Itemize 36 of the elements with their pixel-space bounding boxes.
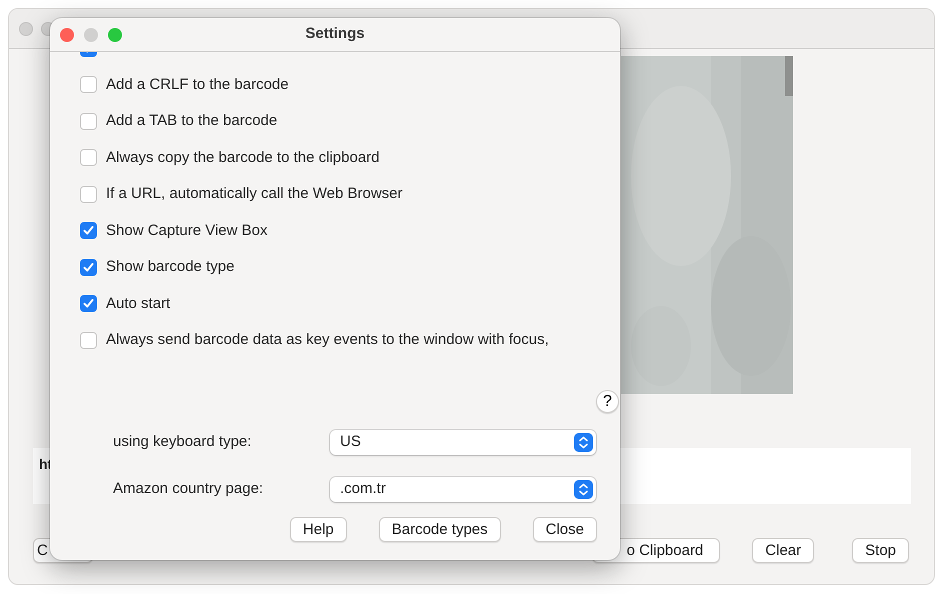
checkbox[interactable]: [80, 258, 97, 276]
checkbox[interactable]: [80, 112, 97, 130]
help-button[interactable]: ?: [596, 390, 619, 413]
minimize-button[interactable]: [84, 28, 98, 42]
zoom-button[interactable]: [108, 28, 122, 42]
option-label: Always copy the barcode to the clipboard: [106, 148, 380, 168]
dialog-title: Settings: [305, 24, 365, 44]
field-label: using keyboard type:: [113, 432, 252, 452]
checkbox[interactable]: [80, 332, 97, 349]
dropdown[interactable]: .com.tr: [330, 476, 596, 502]
checkbox[interactable]: [80, 186, 97, 203]
option-label: Add a CRLF to the barcode: [106, 74, 289, 94]
option-label: Always send barcode data as key events to the window with focus,: [106, 330, 549, 350]
stepper-icon: [574, 432, 593, 452]
checkbox[interactable]: [80, 149, 97, 166]
check-icon: [83, 225, 94, 236]
option-label: Show barcode type: [106, 257, 234, 277]
option-label: Show Capture View Box: [106, 220, 268, 240]
check-icon: [83, 262, 94, 273]
checkbox[interactable]: [80, 222, 97, 240]
check-icon: [83, 298, 94, 310]
dialog-button[interactable]: Close: [532, 517, 597, 542]
checkbox[interactable]: [80, 76, 97, 94]
app-button[interactable]: Stop: [852, 538, 909, 563]
stepper-icon: [574, 480, 593, 498]
option-label: If a URL, automatically call the Web Browser: [106, 184, 403, 204]
close-button[interactable]: [19, 22, 33, 36]
dropdown[interactable]: US: [330, 430, 596, 454]
option-label: Add a TAB to the barcode: [106, 111, 278, 131]
close-button[interactable]: [60, 28, 74, 42]
option-label: Auto start: [106, 294, 170, 314]
checkbox[interactable]: [80, 295, 97, 312]
dialog-button[interactable]: Help: [290, 517, 347, 542]
dialog-button[interactable]: Barcode types: [378, 517, 501, 542]
field-label: Amazon country page:: [113, 478, 264, 499]
app-button[interactable]: Clear: [752, 538, 814, 563]
